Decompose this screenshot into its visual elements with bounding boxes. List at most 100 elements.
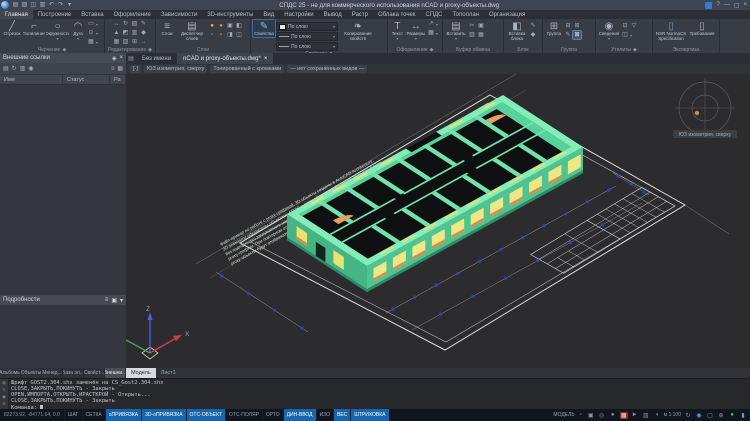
tab-rastr[interactable]: Растр <box>347 10 373 19</box>
polyline-button[interactable]: ⌐ Полилиния <box>23 20 45 37</box>
selection-cycling-icon[interactable]: ► <box>631 412 639 418</box>
tree-view-icon[interactable]: ▦ <box>117 65 123 72</box>
filter-icon[interactable]: ▽ <box>630 22 638 30</box>
snap-target-icon[interactable]: ◎ <box>598 412 606 419</box>
tab-oblaka-tochek[interactable]: Облака точек <box>373 10 420 19</box>
block-edit-icon[interactable]: ✎ <box>529 22 537 30</box>
save-icon[interactable]: ◫ <box>30 1 37 10</box>
tab-postroenie[interactable]: Построение <box>33 10 76 19</box>
column-name[interactable]: Имя <box>0 75 63 84</box>
paste-button[interactable]: ▤ Вставить▾ <box>445 20 467 40</box>
hatch-icon[interactable]: ▦ <box>87 38 95 46</box>
panel-tab-albums[interactable]: Альбомы <box>0 368 21 378</box>
layer-isolate-icon[interactable]: ◧ <box>235 22 243 30</box>
lineweight-toggle[interactable]: ВЕС <box>333 409 350 421</box>
tab-glavnaya[interactable]: Главная <box>0 10 33 19</box>
cmd-edit-icon[interactable]: ✎ <box>3 388 6 393</box>
mirror-icon[interactable]: ▲ <box>113 29 121 37</box>
otrack-toggle[interactable]: ОТС-ОБЪЕКТ <box>186 409 225 421</box>
table-icon[interactable]: ▦ <box>427 29 435 37</box>
tab-topoplan[interactable]: Топоплан <box>447 10 484 19</box>
tab-organizaciya[interactable]: Организация <box>484 10 530 19</box>
iso-toggle[interactable]: ИЗО <box>316 409 333 421</box>
plot-icon[interactable]: ▥ <box>39 1 46 10</box>
tab-vstavka[interactable]: Вставка <box>76 10 108 19</box>
edit-icon[interactable]: ✎ <box>140 20 148 28</box>
sync-icon[interactable]: ↻ <box>684 412 692 419</box>
text-button[interactable]: T Текст▾ <box>390 20 405 40</box>
point-icon[interactable]: ⊙ <box>87 29 95 37</box>
osnap-toggle[interactable]: оПРИВЯЗКА <box>105 409 141 421</box>
layer-current-icon[interactable]: ▪ <box>217 31 225 39</box>
layer-prev-icon[interactable]: ◫ <box>235 31 243 39</box>
visual-style-control[interactable]: Тонированный с кромками <box>210 65 284 73</box>
trim-icon[interactable]: ▨ <box>131 20 139 28</box>
status-ok-icon[interactable]: ● <box>728 412 736 418</box>
feedback-icon[interactable] <box>705 2 712 9</box>
clean-screen-icon[interactable]: ▢ <box>706 412 714 419</box>
osnap3d-toggle[interactable]: 3D-оПРИВЯЗКА <box>141 409 185 421</box>
details-panel-icon[interactable]: ▣ <box>111 297 117 304</box>
group-select-icon[interactable]: ⊠ <box>573 31 581 39</box>
xref-list[interactable] <box>0 85 126 295</box>
properties-button[interactable]: ✎ Свойства <box>253 20 275 37</box>
details-caret-icon[interactable]: ▾ <box>120 297 123 304</box>
navigation-compass[interactable]: ЮЗ изометрия, сверху <box>673 78 737 138</box>
layers-button[interactable]: ≡ Слои <box>158 20 176 37</box>
array-icon[interactable]: ▥ <box>131 29 139 37</box>
layer-match-icon[interactable]: ◨ <box>226 31 234 39</box>
group-manager-icon[interactable]: ✎ <box>564 31 572 39</box>
app-logo-icon[interactable] <box>1 1 9 9</box>
layer-walk-icon[interactable]: ▫ <box>208 31 216 39</box>
paper-space-icon[interactable]: ▫ <box>577 412 585 418</box>
line-button[interactable]: ╱ Отрезок <box>2 20 22 37</box>
circle-button[interactable]: ○ Окружность▾ <box>46 20 69 40</box>
refresh-xref-icon[interactable]: ↻ <box>12 65 17 72</box>
arc-button[interactable]: ◠ Дуга▾ <box>70 20 86 40</box>
polar-toggle[interactable]: ОТС-ПОЛЯР <box>225 409 262 421</box>
help-button[interactable]: ? <box>716 2 719 8</box>
tab-oformlenie[interactable]: Оформление <box>109 10 156 19</box>
column-status[interactable]: Статус <box>63 75 110 84</box>
cmd-history-icon[interactable]: ▤ <box>3 381 6 386</box>
doc-tab-untitled[interactable]: Без имени <box>136 53 177 64</box>
group-dialog-launcher-icon[interactable]: ◆ <box>62 47 66 53</box>
history-icon[interactable]: ◑ <box>653 412 661 418</box>
panel-tab-objects[interactable]: Объекты <box>21 368 42 378</box>
copy-base-icon[interactable]: ▥ <box>468 31 476 39</box>
panel-tab-element-base[interactable]: База эл... <box>63 368 84 378</box>
compass-marker-icon[interactable] <box>695 111 699 115</box>
xref-info-icon[interactable]: ◉ <box>28 65 33 72</box>
scale-icon[interactable]: ◆ <box>140 29 148 37</box>
copy-clip-icon[interactable]: ▣ <box>477 22 485 30</box>
requirements-button[interactable]: ▯ Требования <box>688 20 716 37</box>
copy-link-icon[interactable]: ▦ <box>477 31 485 39</box>
command-line-window[interactable]: ▤ ✎ ▣ ≡ Шрифт GOST2.304.shx заменён на C… <box>0 378 750 410</box>
ungroup-icon[interactable]: ⊟ <box>564 22 572 30</box>
attach-xref-icon[interactable]: ▤ <box>3 65 9 72</box>
measure-button[interactable]: ◉ Сведения▾ <box>598 20 620 40</box>
minimize-button[interactable]: — <box>724 2 730 8</box>
rotate-icon[interactable]: ↻ <box>122 20 130 28</box>
maximize-button[interactable]: ▢ <box>734 2 740 9</box>
zoom-icon[interactable]: ⊕ <box>717 412 725 419</box>
tab-vid[interactable]: Вид <box>258 10 279 19</box>
details-list-icon[interactable]: ≡ <box>105 297 109 303</box>
hatch-toggle[interactable]: ШТРИХОВКА <box>350 409 388 421</box>
explode-icon[interactable]: ⊞ <box>131 38 139 46</box>
tab-vyvod[interactable]: Вывод <box>319 10 347 19</box>
saved-views-control[interactable]: — нет сохранённых видов — <box>287 65 367 73</box>
doc-tab-active[interactable]: nCAD и proxy-объекты.dwg* × <box>177 53 273 64</box>
cmd-options-icon[interactable]: ▣ <box>3 395 6 400</box>
stretch-icon[interactable]: ▧ <box>122 38 130 46</box>
layout-tab-list1[interactable]: Лист1 <box>156 368 181 378</box>
insert-block-button[interactable]: ◧ Вставка блока <box>506 20 528 41</box>
layer-freeze-icon[interactable]: ● <box>217 22 225 30</box>
grid-toggle[interactable]: СЕТКА <box>82 409 105 421</box>
space-indicator[interactable]: МОДЕЛЬ <box>553 412 574 418</box>
tab-list-icon[interactable]: ▤ <box>126 53 136 64</box>
layer-lock-icon[interactable]: ▣ <box>226 22 234 30</box>
dimensions-button[interactable]: ↔ Размеры▾ <box>406 20 426 40</box>
dyninput-toggle[interactable]: ДИН-ВВОД <box>283 409 316 421</box>
move-icon[interactable]: ↔ <box>113 20 121 28</box>
